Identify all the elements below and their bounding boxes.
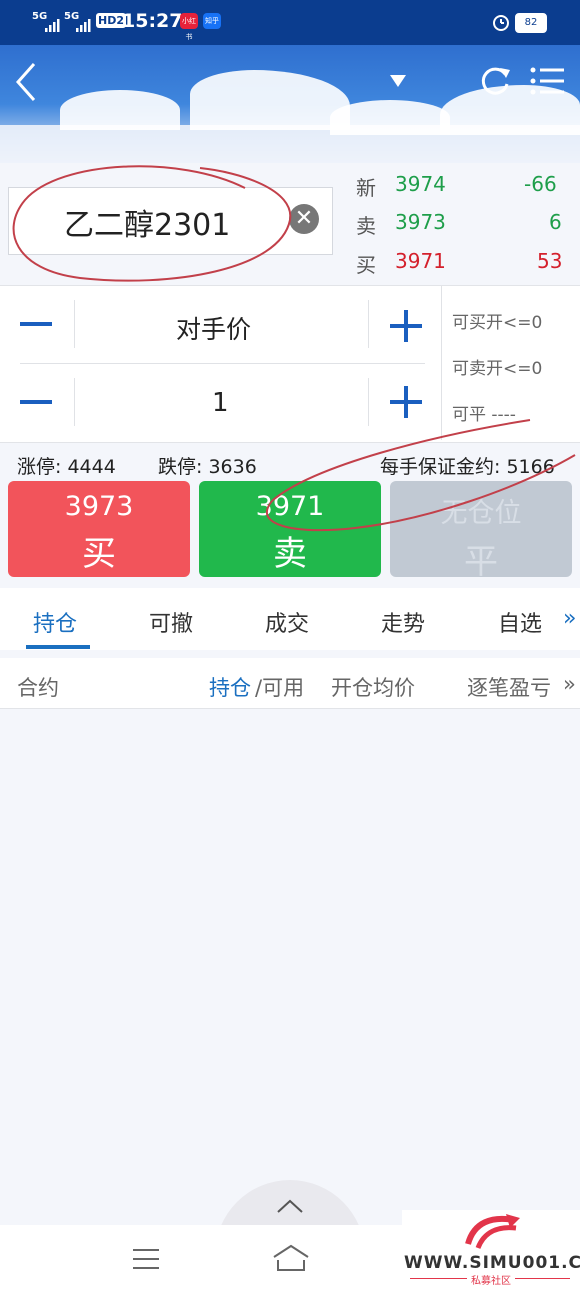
annotation-stroke	[265, 419, 576, 532]
can-sell-open: 可卖开<=0	[452, 359, 543, 379]
status-bar: 5G 5G HD2 15:27 小红书 知乎 82	[0, 0, 580, 45]
watermark-logo-icon	[462, 1212, 522, 1256]
tabs-more-icon[interactable]: »	[563, 606, 576, 631]
zhihu-icon: 知乎	[203, 13, 221, 29]
watermark-sub: 私募社区	[467, 1272, 515, 1287]
caret-down-icon[interactable]	[390, 72, 406, 91]
refresh-icon[interactable]	[478, 64, 512, 102]
quote-new-label: 新	[356, 176, 376, 200]
alarm-icon	[492, 13, 510, 35]
up-limit: 涨停: 4444	[17, 456, 116, 478]
col-avg-price: 开仓均价	[331, 676, 415, 700]
price-type-select[interactable]: 对手价	[176, 310, 251, 346]
signal-icon	[45, 17, 61, 36]
xiaohongshu-icon: 小红书	[180, 13, 198, 41]
col-more-icon[interactable]: »	[563, 672, 576, 696]
down-limit: 跌停: 3636	[158, 456, 257, 478]
clock: 15:27	[122, 10, 183, 32]
quote-sell-price[interactable]: 3973	[395, 210, 446, 234]
price-minus-button[interactable]	[20, 322, 52, 326]
col-pnl: 逐笔盈亏	[467, 676, 551, 700]
tab-positions[interactable]: 持仓	[33, 606, 77, 638]
recents-icon[interactable]	[131, 1247, 161, 1275]
tab-cancelable[interactable]: 可撤	[149, 606, 193, 638]
tab-trades[interactable]: 成交	[265, 606, 309, 638]
buy-button[interactable]: 3973 买	[8, 481, 190, 577]
close-button-label: 平	[464, 542, 498, 582]
quote-sell-qty: 6	[549, 210, 562, 234]
col-position[interactable]: 持仓	[209, 672, 251, 702]
quote-buy-qty: 53	[537, 249, 563, 273]
quote-buy-price[interactable]: 3971	[395, 249, 446, 273]
divider	[368, 300, 369, 348]
header-bar	[0, 45, 580, 163]
quote-new-change: -66	[524, 172, 557, 196]
signal-icon	[76, 17, 92, 36]
tab-trend[interactable]: 走势	[381, 606, 425, 638]
home-icon[interactable]	[271, 1243, 311, 1277]
col-contract: 合约	[17, 676, 59, 700]
tab-watchlist[interactable]: 自选	[498, 606, 542, 638]
battery-icon: 82	[515, 13, 547, 33]
divider	[74, 300, 75, 348]
tab-indicator	[26, 645, 90, 649]
col-available: /可用	[255, 676, 305, 700]
quote-sell-label: 卖	[356, 214, 376, 238]
annotation-circle	[12, 165, 292, 282]
divider	[20, 363, 425, 364]
quote-new-price: 3974	[395, 172, 446, 196]
back-icon[interactable]	[12, 60, 40, 108]
chevron-up-icon[interactable]	[276, 1198, 304, 1218]
menu-icon[interactable]	[530, 66, 566, 100]
buy-button-label: 买	[82, 534, 116, 574]
quote-buy-label: 买	[356, 253, 376, 277]
divider	[74, 378, 75, 426]
price-plus-button[interactable]	[390, 310, 422, 342]
quantity-minus-button[interactable]	[20, 400, 52, 404]
can-buy-open: 可买开<=0	[452, 313, 543, 333]
watermark-url: WWW.SIMU001.CN	[404, 1253, 580, 1273]
quantity-field[interactable]: 1	[212, 388, 229, 418]
buy-button-price: 3973	[64, 491, 134, 522]
